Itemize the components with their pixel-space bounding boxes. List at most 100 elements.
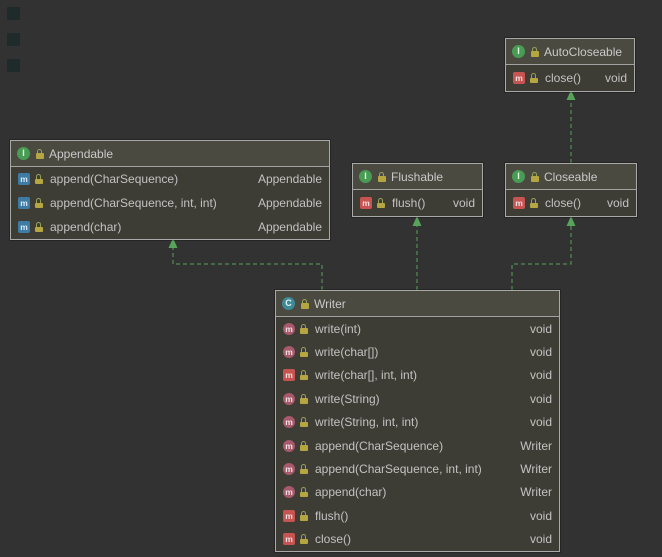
member-label: flush() bbox=[392, 196, 425, 210]
interface-icon: I bbox=[512, 170, 525, 183]
member-row[interactable]: m write(char[]) void bbox=[276, 340, 559, 363]
member-row[interactable]: mclose()void bbox=[506, 190, 636, 216]
member-label: flush() bbox=[315, 509, 348, 523]
class-header[interactable]: I Flushable bbox=[353, 164, 482, 190]
class-header[interactable]: C Writer bbox=[276, 291, 559, 317]
edge-writer-closeable bbox=[512, 226, 571, 290]
member-type: void bbox=[597, 196, 629, 210]
method-icon: m bbox=[283, 440, 295, 452]
method-icon: m bbox=[283, 486, 295, 498]
lock-icon bbox=[35, 149, 44, 159]
class-box-flushable[interactable]: I Flushable mflush()void bbox=[352, 163, 483, 217]
class-name: Closeable bbox=[544, 170, 597, 184]
member-list: mflush()void bbox=[353, 190, 482, 216]
class-box-writer[interactable]: C Writer m write(int) void m write(char[]) vo… bbox=[275, 290, 560, 552]
lock-icon bbox=[529, 73, 538, 83]
member-type: Writer bbox=[510, 485, 552, 499]
lock-icon bbox=[530, 172, 539, 182]
lock-icon bbox=[34, 174, 43, 184]
class-box-appendable[interactable]: I Appendable m append(CharSequence) Append… bbox=[10, 140, 330, 240]
member-row[interactable]: m write(char[], int, int) void bbox=[276, 364, 559, 387]
lock-icon bbox=[377, 172, 386, 182]
edge-writer-appendable bbox=[173, 248, 322, 290]
class-name: AutoCloseable bbox=[544, 45, 622, 59]
lock-icon bbox=[299, 464, 308, 474]
member-label: append(CharSequence) bbox=[50, 172, 178, 186]
method-icon: m bbox=[283, 346, 295, 358]
member-type: void bbox=[520, 322, 552, 336]
member-label: append(CharSequence, int, int) bbox=[315, 462, 482, 476]
class-icon: C bbox=[282, 297, 295, 310]
member-label: write(char[], int, int) bbox=[315, 368, 417, 382]
canvas-artifact bbox=[7, 7, 20, 20]
abstract-method-icon: m bbox=[283, 369, 295, 381]
member-type: Writer bbox=[510, 462, 552, 476]
member-list: mclose()void bbox=[506, 190, 636, 216]
lock-icon bbox=[299, 511, 308, 521]
lock-icon bbox=[34, 222, 43, 232]
member-row[interactable]: m close() void bbox=[506, 65, 634, 91]
member-row[interactable]: m append(CharSequence) Writer bbox=[276, 434, 559, 457]
interface-method-icon: m bbox=[18, 173, 30, 185]
member-type: void bbox=[520, 509, 552, 523]
class-header[interactable]: I AutoCloseable bbox=[506, 39, 634, 65]
member-row[interactable]: mwrite(String, int, int)void bbox=[276, 411, 559, 434]
class-name: Appendable bbox=[49, 147, 113, 161]
member-row[interactable]: m flush() void bbox=[276, 504, 559, 527]
lock-icon bbox=[299, 394, 308, 404]
lock-icon bbox=[299, 441, 308, 451]
member-row[interactable]: mclose()void bbox=[276, 528, 559, 551]
interface-icon: I bbox=[17, 147, 30, 160]
member-row[interactable]: m write(int) void bbox=[276, 317, 559, 340]
interface-method-icon: m bbox=[18, 197, 30, 209]
lock-icon bbox=[376, 198, 385, 208]
member-label: write(String, int, int) bbox=[315, 415, 418, 429]
member-type: void bbox=[520, 415, 552, 429]
member-type: Appendable bbox=[248, 220, 322, 234]
arrowhead-icon bbox=[413, 216, 422, 226]
member-label: close() bbox=[545, 196, 581, 210]
member-type: void bbox=[520, 532, 552, 546]
member-list: m close() void bbox=[506, 65, 634, 91]
member-row[interactable]: m append(CharSequence, int, int) Writer bbox=[276, 457, 559, 480]
member-row[interactable]: mappend(CharSequence)Appendable bbox=[11, 167, 329, 191]
member-row[interactable]: mappend(char)Writer bbox=[276, 481, 559, 504]
member-label: close() bbox=[545, 71, 581, 85]
member-list: m append(CharSequence) Appendable m append(C… bbox=[11, 167, 329, 239]
member-label: close() bbox=[315, 532, 351, 546]
member-type: void bbox=[520, 392, 552, 406]
lock-icon bbox=[299, 324, 308, 334]
member-label: write(char[]) bbox=[315, 345, 378, 359]
member-row[interactable]: mwrite(String)void bbox=[276, 387, 559, 410]
member-type: void bbox=[595, 71, 627, 85]
member-label: append(CharSequence) bbox=[315, 439, 443, 453]
class-header[interactable]: I Closeable bbox=[506, 164, 636, 190]
member-type: Writer bbox=[510, 439, 552, 453]
member-row[interactable]: mappend(char)Appendable bbox=[11, 215, 329, 239]
member-type: void bbox=[520, 368, 552, 382]
member-row[interactable]: mflush()void bbox=[353, 190, 482, 216]
arrowhead-icon bbox=[567, 216, 576, 226]
lock-icon bbox=[300, 299, 309, 309]
member-type: void bbox=[520, 345, 552, 359]
lock-icon bbox=[299, 487, 308, 497]
method-icon: m bbox=[283, 463, 295, 475]
member-label: write(int) bbox=[315, 322, 361, 336]
member-label: append(CharSequence, int, int) bbox=[50, 196, 217, 210]
lock-icon bbox=[299, 370, 308, 380]
class-header[interactable]: I Appendable bbox=[11, 141, 329, 167]
interface-icon: I bbox=[512, 45, 525, 58]
member-row[interactable]: m append(CharSequence, int, int) Appendabl… bbox=[11, 191, 329, 215]
class-box-closeable[interactable]: I Closeable mclose()void bbox=[505, 163, 637, 217]
abstract-method-icon: m bbox=[513, 72, 525, 84]
member-type: void bbox=[443, 196, 475, 210]
method-icon: m bbox=[283, 393, 295, 405]
class-box-autocloseable[interactable]: I AutoCloseable m close() void bbox=[505, 38, 635, 92]
canvas-artifact bbox=[7, 59, 20, 72]
canvas-artifact bbox=[7, 33, 20, 46]
method-icon: m bbox=[283, 323, 295, 335]
lock-icon bbox=[529, 198, 538, 208]
member-label: append(char) bbox=[50, 220, 121, 234]
member-type: Appendable bbox=[248, 196, 322, 210]
abstract-method-icon: m bbox=[283, 510, 295, 522]
